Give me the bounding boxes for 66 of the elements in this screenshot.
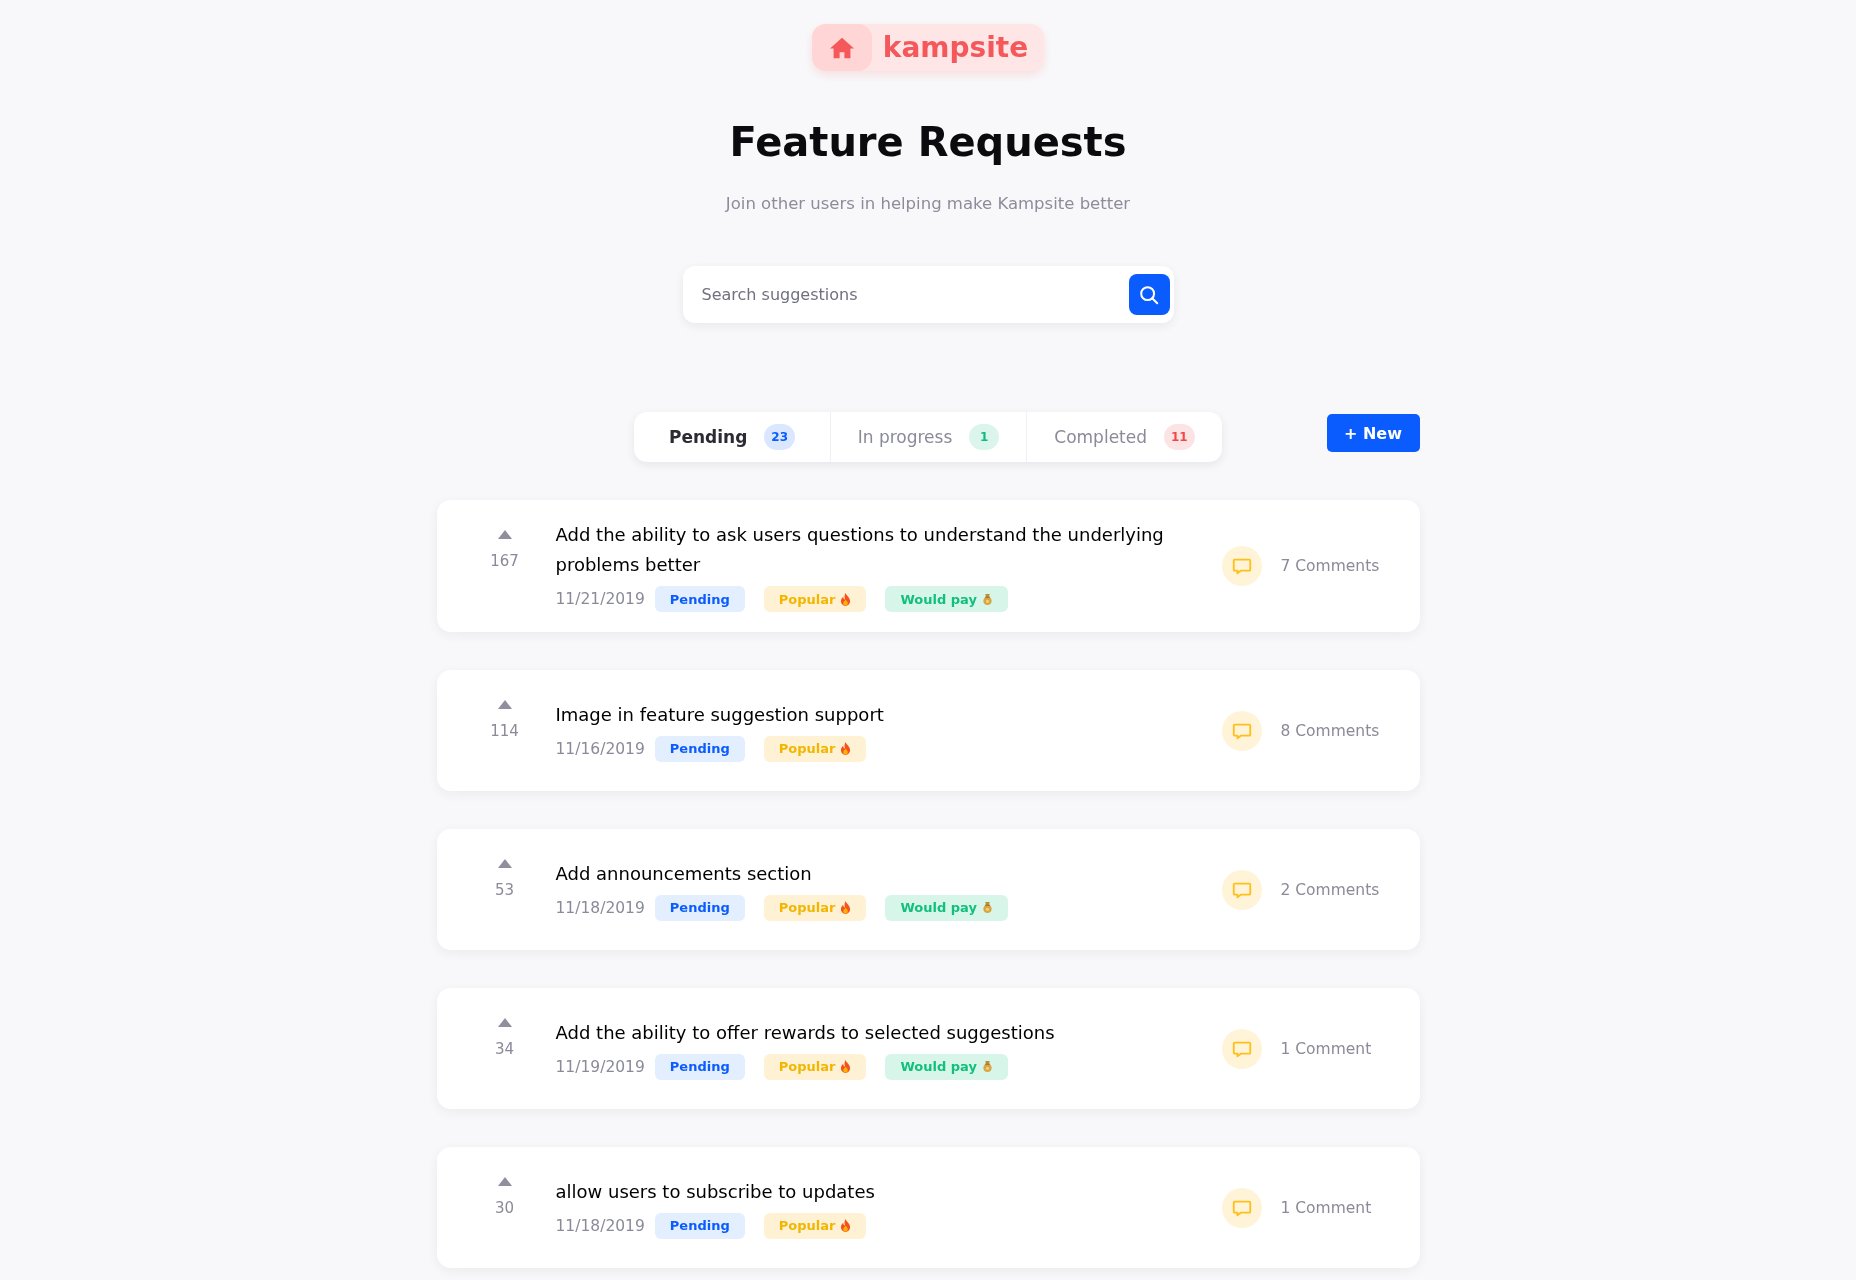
- request-card[interactable]: 53 Add announcements section 11/18/2019 Pending Popular Would pay 2 Comments: [436, 829, 1420, 950]
- tab[interactable]: In progress 1: [830, 412, 1026, 462]
- search-button[interactable]: [1128, 274, 1170, 315]
- tag-label: Popular: [778, 1059, 836, 1074]
- request-card[interactable]: 30 allow users to subscribe to updates 11/18/2019 Pending Popular 1 Comment: [436, 1147, 1420, 1268]
- logo-text: kampsite: [882, 30, 1029, 66]
- search-icon: [1138, 283, 1160, 306]
- tag-label: Pending: [669, 1059, 730, 1074]
- comment-icon[interactable]: [1221, 710, 1262, 751]
- fire-icon: [840, 742, 852, 755]
- tag-label: Popular: [778, 900, 836, 915]
- request-date: 11/19/2019: [555, 1057, 645, 1076]
- request-date: 11/21/2019: [555, 590, 645, 608]
- vote-count: 30: [494, 1198, 515, 1218]
- house-icon: [811, 24, 872, 71]
- comment-icon[interactable]: [1221, 869, 1262, 910]
- count-badge: 1: [969, 424, 1000, 450]
- vote-count: 34: [494, 1039, 515, 1059]
- count-badge: 23: [764, 424, 796, 450]
- request-title[interactable]: Image in feature suggestion support: [555, 699, 1202, 730]
- request-card[interactable]: 34 Add the ability to offer rewards to selected suggestions 11/19/2019 Pending Popular Would pay 1 Comment: [436, 988, 1420, 1109]
- tag-label: Would pay: [900, 1059, 977, 1074]
- request-date: 11/18/2019: [555, 898, 645, 917]
- request-title[interactable]: Add the ability to offer rewards to selected suggestions: [555, 1017, 1202, 1048]
- fire-icon: [840, 901, 852, 914]
- request-title[interactable]: Add announcements section: [555, 858, 1202, 889]
- comment-icon[interactable]: [1221, 1187, 1262, 1228]
- money-bag-icon: [981, 592, 993, 606]
- money-bag-icon: [981, 901, 993, 914]
- count-badge: 11: [1164, 424, 1195, 450]
- tag-label: Would pay: [900, 900, 977, 915]
- tag-label: Pending: [669, 741, 730, 756]
- money-bag-icon: [981, 1060, 993, 1073]
- request-card[interactable]: 167 Add the ability to ask users questions to understand the underlying problems better 11/21/2019 Pending Popular Would pay 7 Comments: [436, 500, 1420, 632]
- request-title[interactable]: Add the ability to ask users questions to understand the underlying problems better: [555, 520, 1202, 580]
- comment-count[interactable]: 8 Comments: [1280, 721, 1380, 740]
- request-card[interactable]: 114 Image in feature suggestion support 11/16/2019 Pending Popular 8 Comments: [436, 670, 1420, 791]
- comment-icon[interactable]: [1221, 546, 1262, 586]
- tag-label: Popular: [778, 741, 836, 756]
- comment-icon[interactable]: [1221, 1028, 1262, 1069]
- vote-count: 114: [490, 721, 519, 741]
- vote-count: 53: [494, 880, 515, 900]
- caret-up-icon[interactable]: [497, 1018, 512, 1027]
- new-button[interactable]: + New: [1326, 414, 1420, 452]
- page-subtitle: Join other users in helping make Kampsite better: [725, 193, 1131, 215]
- tag-label: Pending: [669, 1218, 730, 1233]
- request-title[interactable]: allow users to subscribe to updates: [555, 1176, 1202, 1207]
- page-title: Feature Requests: [729, 118, 1127, 166]
- tag-label: Pending: [669, 900, 730, 915]
- fire-icon: [840, 1219, 852, 1232]
- caret-up-icon[interactable]: [497, 700, 512, 709]
- caret-up-icon[interactable]: [497, 859, 512, 868]
- request-date: 11/18/2019: [555, 1216, 645, 1235]
- tag-label: Would pay: [900, 591, 977, 607]
- fire-icon: [840, 592, 852, 606]
- tag-label: Popular: [778, 591, 836, 607]
- search-field[interactable]: Search suggestions: [682, 266, 1174, 323]
- fire-icon: [840, 1060, 852, 1073]
- tab[interactable]: Pending 23: [634, 412, 830, 462]
- request-date: 11/16/2019: [555, 739, 645, 758]
- tag-label: Popular: [778, 1218, 836, 1233]
- vote-count: 167: [490, 551, 519, 571]
- tag-label: Pending: [669, 591, 730, 607]
- caret-up-icon[interactable]: [497, 1177, 512, 1186]
- caret-up-icon[interactable]: [497, 530, 512, 539]
- comment-count[interactable]: 2 Comments: [1280, 880, 1380, 899]
